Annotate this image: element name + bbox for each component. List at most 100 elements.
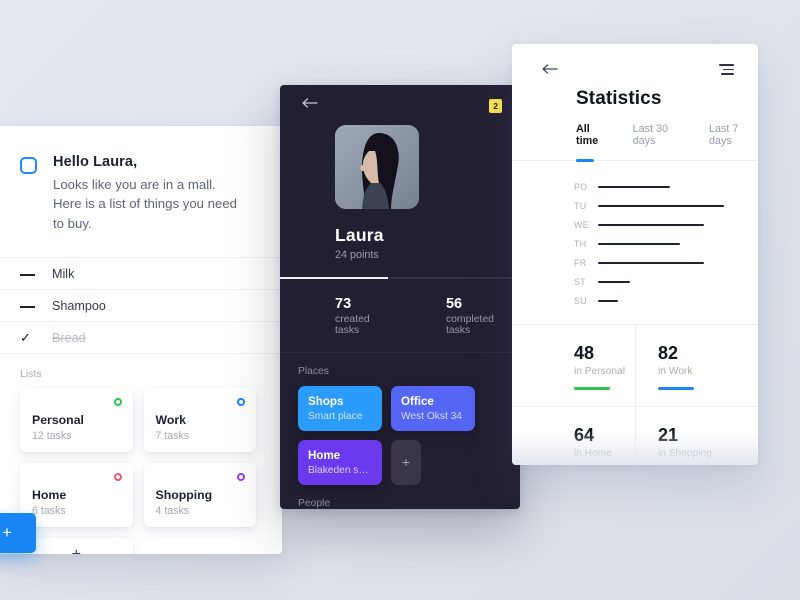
bar-row: PO <box>512 177 758 196</box>
people-section-label: People <box>298 497 331 509</box>
kpi-in-personal[interactable]: 48 in Personal <box>512 325 635 407</box>
kpi-value: 64 <box>574 424 595 445</box>
bar-row: TU <box>512 196 758 215</box>
greeting-title: Hello Laura, <box>53 154 138 170</box>
places-chips: Shops Smart place Office West Okst 34 Ho… <box>280 385 520 485</box>
arrow-left-icon[interactable] <box>542 64 558 74</box>
bar-axis-label: PO <box>574 181 588 192</box>
lists-grid: Personal 12 tasks Work 7 tasks Home 6 ta… <box>0 384 282 554</box>
profile-points: 24 points <box>335 249 379 261</box>
profile-topbar: 2 <box>280 85 520 117</box>
dash-icon <box>20 266 42 281</box>
tab-all-time[interactable]: All time <box>576 123 611 162</box>
bar-row: WE <box>512 215 758 234</box>
stat-completed-tasks: 56 completed tasks <box>446 296 520 336</box>
places-section-label: Places <box>298 365 329 377</box>
profile-progress-bar <box>280 277 520 279</box>
bar-value <box>598 223 704 226</box>
dash-icon <box>20 298 42 313</box>
avatar <box>335 125 419 209</box>
bar-axis-label: TH <box>574 238 587 249</box>
list-tile-count: 12 tasks <box>32 430 72 443</box>
kpi-in-shopping[interactable]: 21 in Shopping <box>635 406 758 465</box>
place-chip-home[interactable]: Home Blakeden squa... <box>298 439 382 485</box>
profile-progress-fill <box>280 277 388 279</box>
list-tile-home[interactable]: Home 6 tasks <box>20 463 133 528</box>
bar-row: FR <box>512 253 758 272</box>
greeting-body: Looks like you are in a mall. Here is a … <box>53 177 237 231</box>
time-range-tabs: All time Last 30 days Last 7 days <box>512 110 758 162</box>
greeting-block: Hello Laura, Looks like you are in a mal… <box>0 126 282 257</box>
todo-item[interactable]: ✓ Bread <box>0 321 282 353</box>
place-chip-name: Shops <box>308 394 344 408</box>
list-tile-personal[interactable]: Personal 12 tasks <box>20 388 133 453</box>
todo-item-label: Shampoo <box>52 298 106 313</box>
todo-item[interactable]: Milk <box>0 257 282 289</box>
kpi-value: 21 <box>658 424 679 445</box>
weekday-bar-chart: PO TU WE TH FR ST SU <box>512 161 758 325</box>
bar-value <box>598 280 630 283</box>
rounded-square-outline-icon[interactable] <box>20 157 37 174</box>
bar-value <box>598 299 618 302</box>
kpi-label: in Work <box>658 366 693 377</box>
status-dot-icon <box>113 473 122 482</box>
todo-card: Hello Laura, Looks like you are in a mal… <box>0 126 282 554</box>
bar-axis-label: TU <box>574 200 587 211</box>
list-tile-name: Shopping <box>155 488 213 503</box>
kpi-in-home[interactable]: 64 in Home <box>512 407 635 466</box>
stat-value: 56 <box>445 295 463 312</box>
kpi-value: 82 <box>658 343 679 363</box>
kpi-label: in Shopping <box>658 447 712 459</box>
status-dot-icon <box>237 473 245 482</box>
stat-label: completed tasks <box>445 313 494 336</box>
list-tile-count: 4 tasks <box>155 505 190 518</box>
bar-axis-label: SU <box>574 295 588 306</box>
profile-stats: 73 created tasks 56 completed tasks <box>280 279 520 353</box>
add-place-button[interactable]: + <box>391 439 421 485</box>
stat-value: 73 <box>335 295 352 312</box>
bar-axis-label: WE <box>574 219 589 230</box>
list-tile-name: Home <box>32 488 67 503</box>
create-list-tile[interactable]: + Create <box>20 538 133 554</box>
plus-icon: + <box>72 546 81 554</box>
list-tile-count: 6 tasks <box>32 505 66 518</box>
kpi-in-work[interactable]: 82 in Work <box>635 325 758 407</box>
todo-item-label: Milk <box>52 266 75 281</box>
list-tile-name: Personal <box>32 413 84 428</box>
bar-value <box>598 204 724 207</box>
bar-value <box>598 185 670 188</box>
add-task-fab[interactable]: + <box>0 513 36 553</box>
notification-badge[interactable]: 2 <box>489 99 502 113</box>
place-chip-name: Home <box>308 448 341 462</box>
kpi-color-bar <box>574 387 610 390</box>
arrow-left-icon[interactable] <box>302 98 318 108</box>
check-icon: ✓ <box>20 329 31 345</box>
lists-section-label: Lists <box>0 353 282 384</box>
place-chip-sub: Blakeden squa... <box>308 464 372 476</box>
status-dot-icon <box>237 398 245 407</box>
list-tile-work[interactable]: Work 7 tasks <box>143 388 256 453</box>
bar-row: SU <box>512 291 758 310</box>
place-chip-name: Office <box>401 394 434 408</box>
place-chip-office[interactable]: Office West Okst 34 <box>391 385 475 431</box>
status-dot-icon <box>113 398 122 407</box>
profile-name: Laura <box>335 225 384 245</box>
plus-icon: + <box>401 454 411 470</box>
kpi-value: 48 <box>574 343 595 363</box>
hamburger-menu-icon[interactable] <box>719 64 734 78</box>
statistics-topbar <box>512 44 758 88</box>
place-chip-sub: West Okst 34 <box>401 410 462 422</box>
profile-card: 2 Laura 24 points 73 created tasks 56 co… <box>280 85 520 509</box>
kpi-color-bar <box>658 387 694 390</box>
todo-item[interactable]: Shampoo <box>0 289 282 321</box>
stat-label: created tasks <box>335 313 370 336</box>
tab-last-30-days[interactable]: Last 30 days <box>633 123 687 160</box>
list-tile-name: Work <box>155 413 187 428</box>
place-chip-shops[interactable]: Shops Smart place <box>298 385 382 431</box>
statistics-card: Statistics All time Last 30 days Last 7 … <box>512 44 758 465</box>
bar-value <box>598 242 680 245</box>
kpi-grid: 48 in Personal 82 in Work 64 in Home 21 … <box>512 325 758 465</box>
list-tile-shopping[interactable]: Shopping 4 tasks <box>143 463 256 528</box>
tab-last-7-days[interactable]: Last 7 days <box>709 123 758 160</box>
place-chip-sub: Smart place <box>308 410 363 422</box>
